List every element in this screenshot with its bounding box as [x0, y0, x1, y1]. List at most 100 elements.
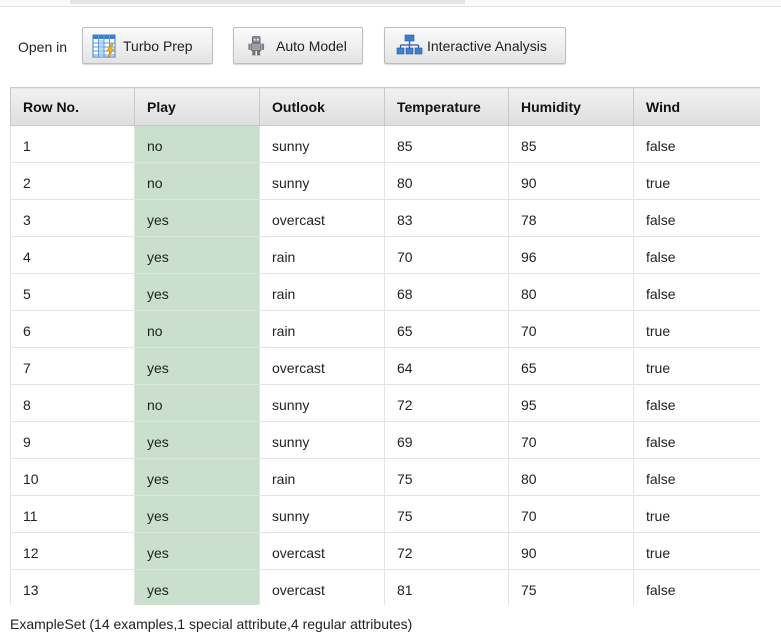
column-header-row-no[interactable]: Row No.	[10, 87, 135, 126]
cell-row-no: 2	[10, 162, 135, 200]
cell-humidity: 70	[508, 421, 634, 459]
cell-play: yes	[134, 199, 260, 237]
cell-text: 68	[397, 286, 413, 302]
cell-row-no: 9	[10, 421, 135, 459]
cell-text: false	[646, 582, 676, 598]
cell-temperature: 75	[384, 495, 509, 533]
cell-outlook: sunny	[259, 421, 385, 459]
cell-text: false	[646, 397, 676, 413]
cell-humidity: 90	[508, 162, 634, 200]
turbo-prep-button[interactable]: Turbo Prep	[82, 27, 213, 64]
table-row[interactable]: 8 no sunny 72 95 false	[10, 384, 760, 422]
cell-text: 70	[521, 508, 537, 524]
cell-text: 85	[521, 138, 537, 154]
table-row[interactable]: 6 no rain 65 70 true	[10, 310, 760, 348]
cell-row-no: 11	[10, 495, 135, 533]
table-row[interactable]: 5 yes rain 68 80 false	[10, 273, 760, 311]
cell-text: rain	[272, 471, 296, 487]
cell-text: yes	[147, 545, 169, 561]
cell-row-no: 3	[10, 199, 135, 237]
cell-row-no: 1	[10, 125, 135, 163]
cell-wind: false	[633, 125, 760, 163]
cell-wind: true	[633, 495, 760, 533]
cell-humidity: 96	[508, 236, 634, 274]
cell-humidity: 75	[508, 569, 634, 605]
cell-text: 95	[521, 397, 537, 413]
cell-text: false	[646, 286, 676, 302]
open-in-toolbar: Open in Turbo Prep Auto Model Interactiv…	[0, 24, 781, 68]
cell-text: no	[147, 397, 163, 413]
table-row[interactable]: 2 no sunny 80 90 true	[10, 162, 760, 200]
cell-text: 80	[397, 175, 413, 191]
cell-text: yes	[147, 249, 169, 265]
auto-model-button[interactable]: Auto Model	[233, 27, 363, 64]
table-row[interactable]: 11 yes sunny 75 70 true	[10, 495, 760, 533]
interactive-analysis-button[interactable]: Interactive Analysis	[384, 27, 566, 64]
cell-row-no: 4	[10, 236, 135, 274]
cell-wind: false	[633, 421, 760, 459]
open-in-label: Open in	[18, 39, 68, 55]
cell-text: 4	[23, 249, 31, 265]
cell-text: 72	[397, 397, 413, 413]
cell-temperature: 69	[384, 421, 509, 459]
cell-outlook: rain	[259, 273, 385, 311]
cell-humidity: 70	[508, 310, 634, 348]
cell-outlook: overcast	[259, 199, 385, 237]
cell-outlook: overcast	[259, 347, 385, 385]
cell-outlook: sunny	[259, 384, 385, 422]
cell-text: yes	[147, 582, 169, 598]
cell-humidity: 78	[508, 199, 634, 237]
table-row[interactable]: 7 yes overcast 64 65 true	[10, 347, 760, 385]
cell-wind: true	[633, 310, 760, 348]
cell-text: 65	[397, 323, 413, 339]
column-header-humidity[interactable]: Humidity	[508, 87, 634, 126]
cell-row-no: 10	[10, 458, 135, 496]
table-row[interactable]: 12 yes overcast 72 90 true	[10, 532, 760, 570]
cell-text: 9	[23, 434, 31, 450]
cell-text: yes	[147, 434, 169, 450]
cell-temperature: 75	[384, 458, 509, 496]
turbo-prep-label: Turbo Prep	[123, 37, 193, 54]
cell-play: no	[134, 384, 260, 422]
robot-icon	[248, 35, 265, 55]
cell-humidity: 70	[508, 495, 634, 533]
cell-text: false	[646, 249, 676, 265]
table-row[interactable]: 3 yes overcast 83 78 false	[10, 199, 760, 237]
cell-temperature: 81	[384, 569, 509, 605]
table-row[interactable]: 13 yes overcast 81 75 false	[10, 569, 760, 605]
cell-text: 11	[23, 508, 38, 524]
cell-play: yes	[134, 273, 260, 311]
cell-text: 90	[521, 545, 537, 561]
cell-text: true	[646, 508, 671, 524]
cell-text: true	[646, 360, 671, 376]
cell-text: no	[147, 323, 163, 339]
cell-play: yes	[134, 421, 260, 459]
cell-text: false	[646, 471, 676, 487]
cell-row-no: 7	[10, 347, 135, 385]
cell-text: 80	[521, 286, 537, 302]
table-row[interactable]: 4 yes rain 70 96 false	[10, 236, 760, 274]
data-table-view: Row No. Play Outlook Temperature Humidit…	[10, 87, 760, 605]
cell-text: true	[646, 175, 671, 191]
table-row[interactable]: 9 yes sunny 69 70 false	[10, 421, 760, 459]
column-header-play[interactable]: Play	[134, 87, 260, 126]
cell-text: 13	[23, 582, 39, 598]
table-row[interactable]: 10 yes rain 75 80 false	[10, 458, 760, 496]
cell-text: false	[646, 138, 676, 154]
column-header-temperature[interactable]: Temperature	[384, 87, 509, 126]
cell-humidity: 90	[508, 532, 634, 570]
cell-play: no	[134, 310, 260, 348]
cell-play: yes	[134, 458, 260, 496]
column-header-outlook[interactable]: Outlook	[259, 87, 385, 126]
active-tab-indicator[interactable]	[70, 0, 465, 4]
cell-text: yes	[147, 360, 169, 376]
cell-text: 64	[397, 360, 413, 376]
cell-row-no: 12	[10, 532, 135, 570]
cell-text: false	[646, 434, 676, 450]
column-header-wind[interactable]: Wind	[633, 87, 760, 126]
cell-text: true	[646, 323, 671, 339]
cell-text: overcast	[272, 582, 325, 598]
cell-text: 70	[397, 249, 413, 265]
table-row[interactable]: 1 no sunny 85 85 false	[10, 125, 760, 163]
cell-text: 78	[521, 212, 537, 228]
